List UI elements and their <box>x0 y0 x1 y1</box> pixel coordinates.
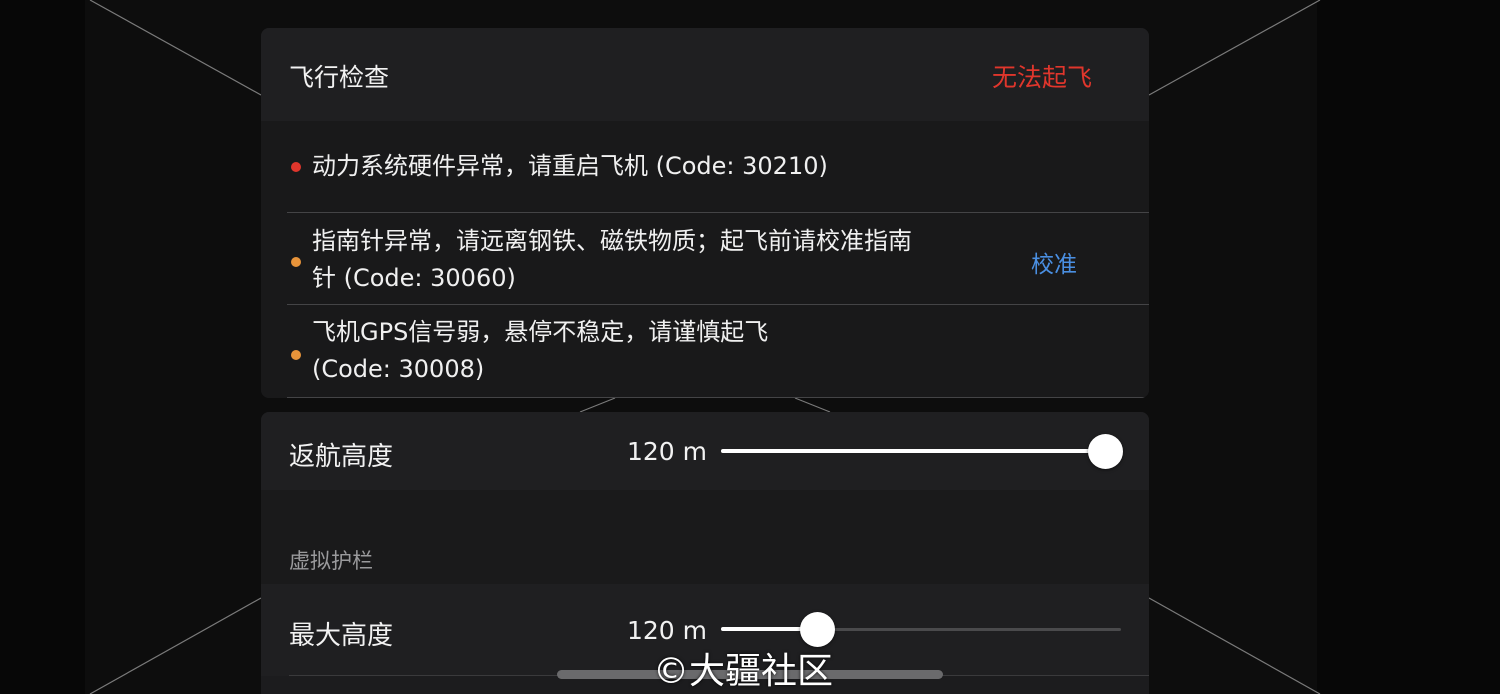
watermark-text: ©大疆社区 <box>653 651 834 692</box>
warning-dot-icon <box>291 350 301 360</box>
flight-check-title: 飞行检查 <box>289 63 390 92</box>
max-altitude-value: 120 m <box>627 616 708 645</box>
check-item-line: 飞机GPS信号弱，悬停不稳定，请谨慎起飞 <box>312 318 769 346</box>
takeoff-status: 无法起飞 <box>991 63 1092 92</box>
flight-check-card: 飞行检查 无法起飞 动力系统硬件异常，请重启飞机 (Code: 30210) 指… <box>261 28 1149 398</box>
rth-altitude-label: 返航高度 <box>289 442 394 472</box>
check-item-text: 飞机GPS信号弱，悬停不稳定，请谨慎起飞 (Code: 30008) <box>312 314 768 388</box>
max-altitude-label: 最大高度 <box>289 621 394 651</box>
rth-altitude-slider[interactable] <box>721 432 1123 472</box>
screen: 飞行检查 无法起飞 动力系统硬件异常，请重启飞机 (Code: 30210) 指… <box>0 0 1500 694</box>
divider <box>287 397 1149 398</box>
check-item-gps: 飞机GPS信号弱，悬停不稳定，请谨慎起飞 (Code: 30008) <box>287 305 1149 398</box>
geofence-section-label: 虚拟护栏 <box>289 549 373 573</box>
slider-thumb[interactable] <box>1087 434 1123 469</box>
check-item-text: 动力系统硬件异常，请重启飞机 (Code: 30210) <box>312 148 828 185</box>
rth-altitude-row: 返航高度 120 m <box>261 412 1149 490</box>
check-item-text: 指南针异常，请远离钢铁、磁铁物质；起飞前请校准指南 针 (Code: 30060… <box>312 223 912 297</box>
check-item-line: 针 (Code: 30060) <box>312 264 516 292</box>
check-item-power-system: 动力系统硬件异常，请重启飞机 (Code: 30210) <box>287 121 1149 213</box>
check-item-line: 指南针异常，请远离钢铁、磁铁物质；起飞前请校准指南 <box>312 227 912 255</box>
flight-check-header: 飞行检查 无法起飞 <box>261 28 1149 121</box>
check-item-compass: 指南针异常，请远离钢铁、磁铁物质；起飞前请校准指南 针 (Code: 30060… <box>287 213 1149 305</box>
warning-dot-icon <box>291 257 301 267</box>
slider-fill <box>721 449 1105 453</box>
geofence-section: 虚拟护栏 <box>261 490 1149 584</box>
check-item-line: (Code: 30008) <box>312 355 485 383</box>
error-dot-icon <box>291 162 301 172</box>
rth-altitude-value: 120 m <box>627 437 708 466</box>
flight-check-list: 动力系统硬件异常，请重启飞机 (Code: 30210) 指南针异常，请远离钢铁… <box>261 121 1149 398</box>
calibrate-button[interactable]: 校准 <box>1031 245 1077 279</box>
check-item-line: 动力系统硬件异常，请重启飞机 (Code: 30210) <box>312 152 828 180</box>
